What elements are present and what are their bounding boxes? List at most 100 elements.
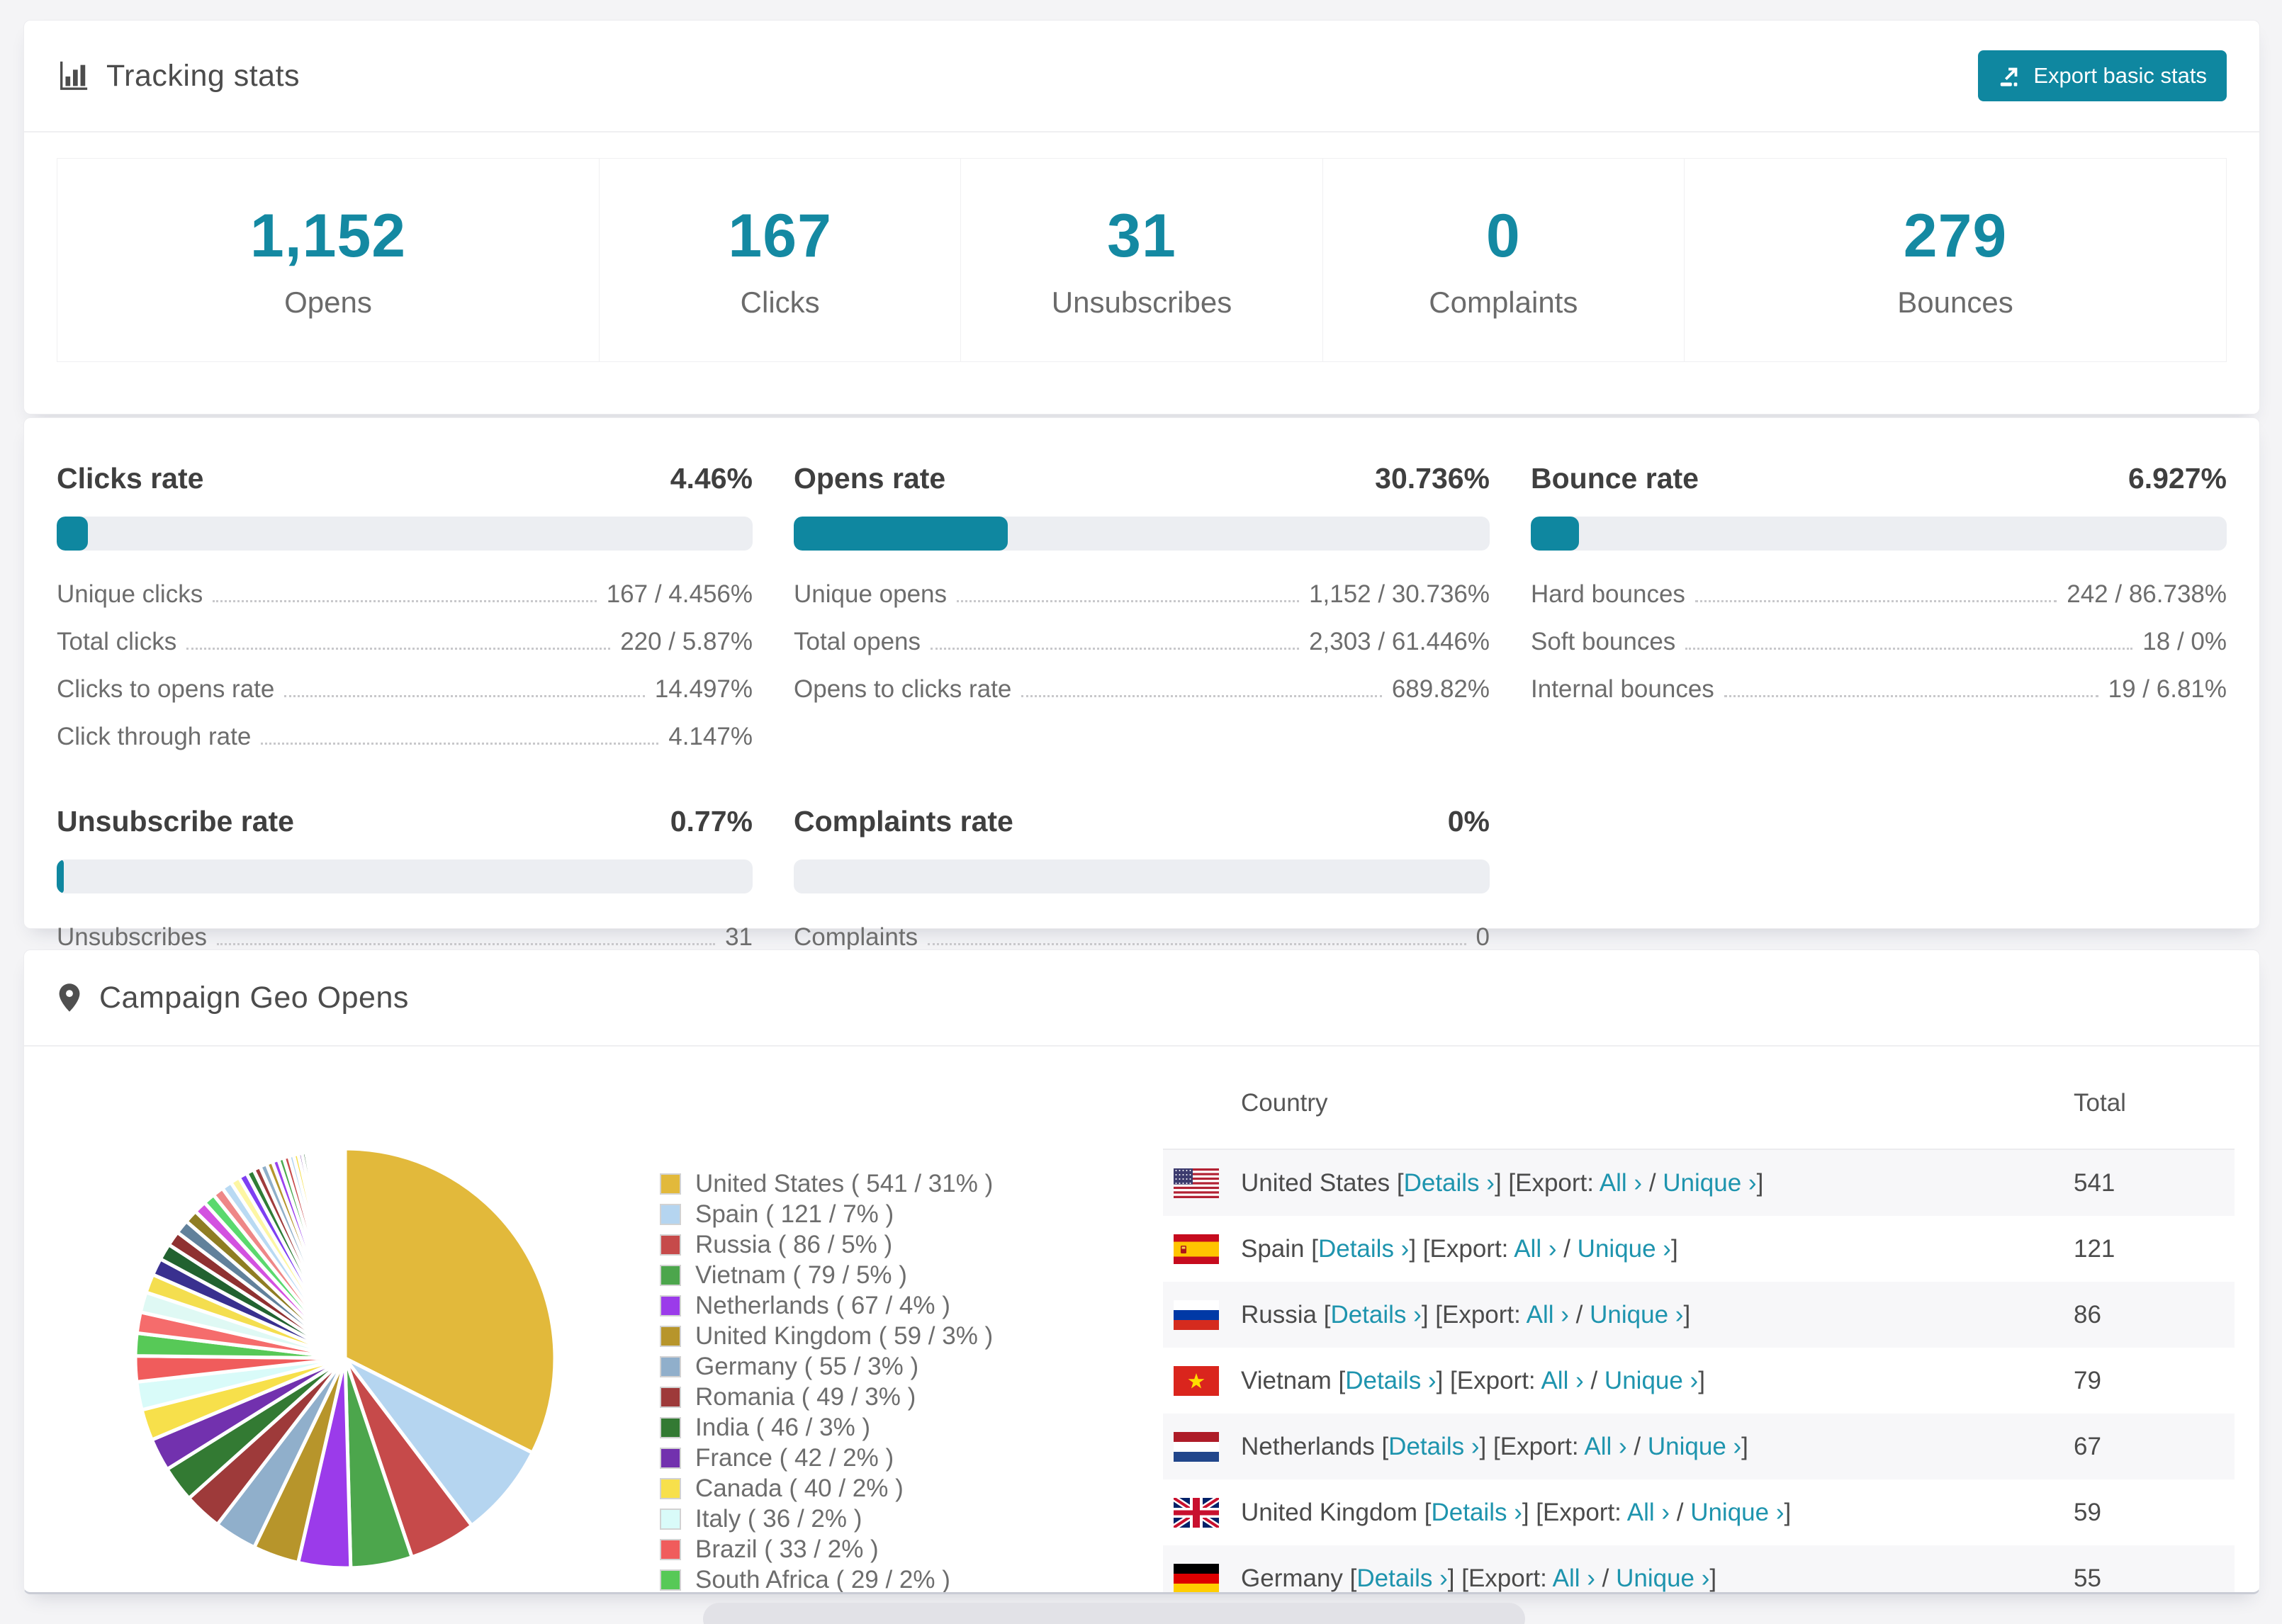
flag-nl <box>1174 1431 1219 1462</box>
stat-row-internal-bounces: Internal bounces 19 / 6.81% <box>1531 675 2227 704</box>
rate-section-opens: Opens rate 30.736% Unique opens 1,152 / 30.… <box>794 455 1490 751</box>
legend-swatch-france <box>660 1447 681 1469</box>
legend-label-canada: Canada ( 40 / 2% ) <box>695 1474 904 1502</box>
rate-head-unsubscribe: Unsubscribe rate 0.77% <box>57 805 753 838</box>
flag-vn <box>1174 1365 1219 1396</box>
geo-table-row-vietnam: Vietnam [Details ›] [Export: All › / Uni… <box>1163 1348 2235 1414</box>
export-button-label: Export basic stats <box>2033 63 2207 88</box>
stat-value-total-opens: 2,303 / 61.446% <box>1309 628 1490 655</box>
legend-item-france[interactable]: France ( 42 / 2% ) <box>660 1443 993 1473</box>
rate-section-unsubscribe: Unsubscribe rate 0.77% Unsubscribes 31 <box>57 798 753 952</box>
legend-item-united-kingdom[interactable]: United Kingdom ( 59 / 3% ) <box>660 1321 993 1351</box>
stat-row-unique-clicks: Unique clicks 167 / 4.456% <box>57 580 753 609</box>
stat-row-hard-bounces: Hard bounces 242 / 86.738% <box>1531 580 2227 609</box>
export-unique-link-russia[interactable]: Unique › <box>1590 1301 1683 1329</box>
legend-item-russia[interactable]: Russia ( 86 / 5% ) <box>660 1229 993 1260</box>
export-basic-stats-button[interactable]: Export basic stats <box>1978 50 2227 101</box>
stat-label-click-through-rate: Click through rate <box>57 723 252 750</box>
details-link-russia[interactable]: Details › <box>1330 1301 1421 1329</box>
total-cell-spain: 121 <box>2074 1234 2115 1263</box>
legend-item-romania[interactable]: Romania ( 49 / 3% ) <box>660 1382 993 1412</box>
map-pin-icon <box>57 981 82 1014</box>
rate-head-complaints: Complaints rate 0% <box>794 805 1490 838</box>
pie-legend: United States ( 541 / 31% ) Spain ( 121 /… <box>660 1168 993 1592</box>
rate-progressbar-complaints <box>794 859 1490 893</box>
rate-progressbar-unsubscribe <box>57 859 753 893</box>
stat-label-hard-bounces: Hard bounces <box>1531 580 1685 608</box>
flag-us <box>1174 1168 1219 1198</box>
geo-opens-title: Campaign Geo Opens <box>99 980 409 1015</box>
export-all-link-russia[interactable]: All › <box>1527 1301 1569 1329</box>
country-cell-vietnam: Vietnam [Details ›] [Export: All › / Uni… <box>1241 1367 2074 1395</box>
legend-item-south-africa[interactable]: South Africa ( 29 / 2% ) <box>660 1564 993 1592</box>
slash-separator: / <box>1670 1498 1691 1526</box>
rate-progress-fill-bounce <box>1531 517 1580 551</box>
export-prefix: ] [Export: <box>1436 1366 1541 1394</box>
slash-separator: / <box>1642 1168 1663 1197</box>
total-cell-vietnam: 79 <box>2074 1366 2101 1394</box>
legend-item-spain[interactable]: Spain ( 121 / 7% ) <box>660 1199 993 1229</box>
dotted-leader <box>217 943 716 945</box>
export-all-link-netherlands[interactable]: All › <box>1584 1433 1626 1460</box>
counter-opens: 1,152 Opens <box>57 159 599 361</box>
total-cell-united-kingdom: 59 <box>2074 1498 2101 1526</box>
legend-item-united-states[interactable]: United States ( 541 / 31% ) <box>660 1168 993 1199</box>
details-link-vietnam[interactable]: Details › <box>1345 1367 1436 1394</box>
rate-title-bounce: Bounce rate <box>1531 462 1699 495</box>
legend-item-germany[interactable]: Germany ( 55 / 3% ) <box>660 1351 993 1382</box>
legend-label-russia: Russia ( 86 / 5% ) <box>695 1230 893 1258</box>
legend-item-brazil[interactable]: Brazil ( 33 / 2% ) <box>660 1534 993 1564</box>
slash-separator: / <box>1568 1300 1590 1329</box>
stat-row-soft-bounces: Soft bounces 18 / 0% <box>1531 628 2227 656</box>
total-cell-germany: 55 <box>2074 1564 2101 1592</box>
stat-value-complaints: 0 <box>1476 923 1490 951</box>
details-link-netherlands[interactable]: Details › <box>1388 1433 1479 1460</box>
export-unique-link-united-states[interactable]: Unique › <box>1663 1169 1756 1197</box>
geo-table-body: United States [Details ›] [Export: All ›… <box>1163 1150 2235 1592</box>
horizontal-scrollbar-thumb[interactable] <box>703 1603 1525 1624</box>
rate-rows-unsubscribe: Unsubscribes 31 <box>57 923 753 952</box>
counter-unsubscribes: 31 Unsubscribes <box>960 159 1322 361</box>
export-unique-link-vietnam[interactable]: Unique › <box>1604 1367 1698 1394</box>
rates-grid-bottom: Unsubscribe rate 0.77% Unsubscribes 31 Compl… <box>57 798 2227 952</box>
rate-progressbar-opens <box>794 517 1490 551</box>
export-all-link-germany[interactable]: All › <box>1553 1564 1595 1592</box>
legend-item-italy[interactable]: Italy ( 36 / 2% ) <box>660 1504 993 1534</box>
details-link-united-kingdom[interactable]: Details › <box>1431 1499 1522 1526</box>
stat-row-opens-to-clicks-rate: Opens to clicks rate 689.82% <box>794 675 1490 704</box>
country-name-united-kingdom: United Kingdom [ <box>1241 1498 1432 1526</box>
counter-value-complaints: 0 <box>1485 201 1521 270</box>
rate-progressbar-clicks <box>57 517 753 551</box>
rate-title-clicks: Clicks rate <box>57 462 204 495</box>
export-all-link-vietnam[interactable]: All › <box>1541 1367 1583 1394</box>
legend-item-india[interactable]: India ( 46 / 3% ) <box>660 1412 993 1443</box>
legend-item-netherlands[interactable]: Netherlands ( 67 / 4% ) <box>660 1290 993 1321</box>
legend-item-vietnam[interactable]: Vietnam ( 79 / 5% ) <box>660 1260 993 1290</box>
details-link-united-states[interactable]: Details › <box>1404 1169 1495 1197</box>
stat-label-internal-bounces: Internal bounces <box>1531 675 1714 703</box>
stat-value-unique-clicks: 167 / 4.456% <box>606 580 753 608</box>
legend-item-canada[interactable]: Canada ( 40 / 2% ) <box>660 1473 993 1504</box>
export-unique-link-united-kingdom[interactable]: Unique › <box>1690 1499 1784 1526</box>
export-all-link-united-kingdom[interactable]: All › <box>1627 1499 1670 1526</box>
stat-label-soft-bounces: Soft bounces <box>1531 628 1676 655</box>
total-cell-netherlands: 67 <box>2074 1432 2101 1460</box>
counter-clicks: 167 Clicks <box>599 159 960 361</box>
pie-slice-other-54[interactable] <box>342 1146 347 1360</box>
geo-opens-header: Campaign Geo Opens <box>24 950 2259 1047</box>
export-all-link-spain[interactable]: All › <box>1514 1235 1556 1263</box>
rates-card: Clicks rate 4.46% Unique clicks 167 / 4.456… <box>23 417 2260 951</box>
slash-separator: / <box>1595 1564 1617 1592</box>
rate-title-complaints: Complaints rate <box>794 805 1013 838</box>
stat-label-unique-opens: Unique opens <box>794 580 947 608</box>
export-unique-link-germany[interactable]: Unique › <box>1616 1564 1709 1592</box>
export-unique-link-spain[interactable]: Unique › <box>1578 1235 1671 1263</box>
export-all-link-united-states[interactable]: All › <box>1600 1169 1642 1197</box>
geo-opens-pie-chart[interactable] <box>118 1132 572 1585</box>
details-link-germany[interactable]: Details › <box>1356 1564 1447 1592</box>
rates-card-inner: Clicks rate 4.46% Unique clicks 167 / 4.456… <box>24 418 2259 988</box>
details-link-spain[interactable]: Details › <box>1318 1235 1409 1263</box>
export-unique-link-netherlands[interactable]: Unique › <box>1648 1433 1741 1460</box>
counter-value-bounces: 279 <box>1903 201 2008 270</box>
counters-row: 1,152 Opens 167 Clicks 31 Unsubscribes 0 Compla… <box>57 158 2227 362</box>
